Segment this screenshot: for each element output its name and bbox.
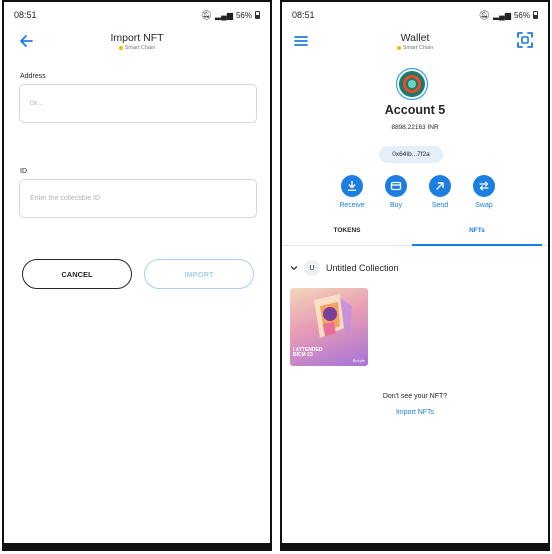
signal-icon: ▂▄▆ [215,10,233,20]
swap-label: Swap [475,202,493,209]
page-title: Import NFT [110,32,164,44]
nft-brand-tag: BeLyfe [352,358,365,363]
signal-icon: ▂▄▆ [493,10,511,20]
mute-icon: 🔕︎ [200,9,212,20]
status-time: 08:51 [14,10,37,20]
network-subtitle: Smart Chain [282,45,548,51]
nft-caption-line2: BICM 23 [293,352,313,359]
nft-caption: I ATTENDED BICM 23 [293,347,322,359]
battery-percent: 56% [235,10,252,20]
import-button[interactable]: IMPORT [144,259,254,289]
status-icons: 🔕︎ ▂▄▆ 56% [479,10,538,21]
system-nav-bar [282,543,548,549]
address-label: Address [20,73,46,80]
address-field[interactable] [19,84,257,123]
collection-badge: U [304,260,320,276]
send-button[interactable]: Send [426,175,454,209]
status-icons: 🔕︎ ▂▄▆ 56% [201,10,260,21]
receive-button[interactable]: Receive [338,175,366,209]
network-name: Smart Chain [402,45,434,51]
tab-nfts[interactable]: NFTs [412,223,542,246]
cancel-button[interactable]: CANCEL [22,259,132,289]
download-icon [347,180,357,191]
swap-icon [479,181,489,191]
receive-label: Receive [339,202,365,209]
collection-header[interactable]: U Untitled Collection [290,260,399,276]
buy-label: Buy [389,202,403,209]
import-nfts-link[interactable]: Import NFTs [282,409,548,416]
arrow-up-right-icon [436,182,444,190]
system-nav-bar [4,543,270,549]
missing-nft-prompt: Don't see your NFT? [382,393,448,400]
action-buttons: Receive Buy Send Swap [338,175,498,209]
id-field[interactable] [19,179,257,218]
battery-icon [533,11,538,19]
network-subtitle: Smart Chain [4,45,270,51]
id-input[interactable] [30,195,246,202]
address-input[interactable] [30,100,246,107]
qr-scan-icon[interactable] [516,31,534,49]
account-balance: 8898.22163 INR [391,124,439,131]
nft-card[interactable]: I ATTENDED BICM 23 BeLyfe [290,288,368,366]
card-icon [390,181,402,191]
tab-tokens[interactable]: TOKENS [282,223,412,246]
send-label: Send [431,202,449,209]
collection-name: Untitled Collection [326,263,399,273]
network-dot-icon [396,46,401,50]
account-address-pill[interactable]: 0x64Ib...7f2a [379,146,443,163]
import-nft-screen: 08:51 🔕︎ ▂▄▆ 56% Import NFT Smart Chain … [2,0,272,551]
avatar-identicon [399,71,425,97]
account-name[interactable]: Account 5 [282,103,548,117]
mute-icon: 🔕︎ [478,9,490,20]
nav-bar: Import NFT Smart Chain [4,28,270,58]
nav-title-group: Wallet Smart Chain [282,32,548,51]
battery-icon [255,11,260,19]
page-title: Wallet [400,32,430,44]
status-bar: 08:51 🔕︎ ▂▄▆ 56% [282,2,548,28]
wallet-screen: 08:51 🔕︎ ▂▄▆ 56% Wallet Smart Chain Acco… [280,0,550,551]
buy-button[interactable]: Buy [382,175,410,209]
chevron-down-icon [290,266,298,270]
network-name: Smart Chain [124,45,156,51]
nav-bar: Wallet Smart Chain [282,28,548,58]
account-avatar[interactable] [396,68,428,100]
network-dot-icon [118,46,123,50]
nav-title-group: Import NFT Smart Chain [4,32,270,51]
status-time: 08:51 [292,10,315,20]
battery-percent: 56% [513,10,530,20]
status-bar: 08:51 🔕︎ ▂▄▆ 56% [4,2,270,28]
id-label: ID [20,168,27,175]
swap-button[interactable]: Swap [470,175,498,209]
asset-tabs: TOKENS NFTs [282,223,548,246]
